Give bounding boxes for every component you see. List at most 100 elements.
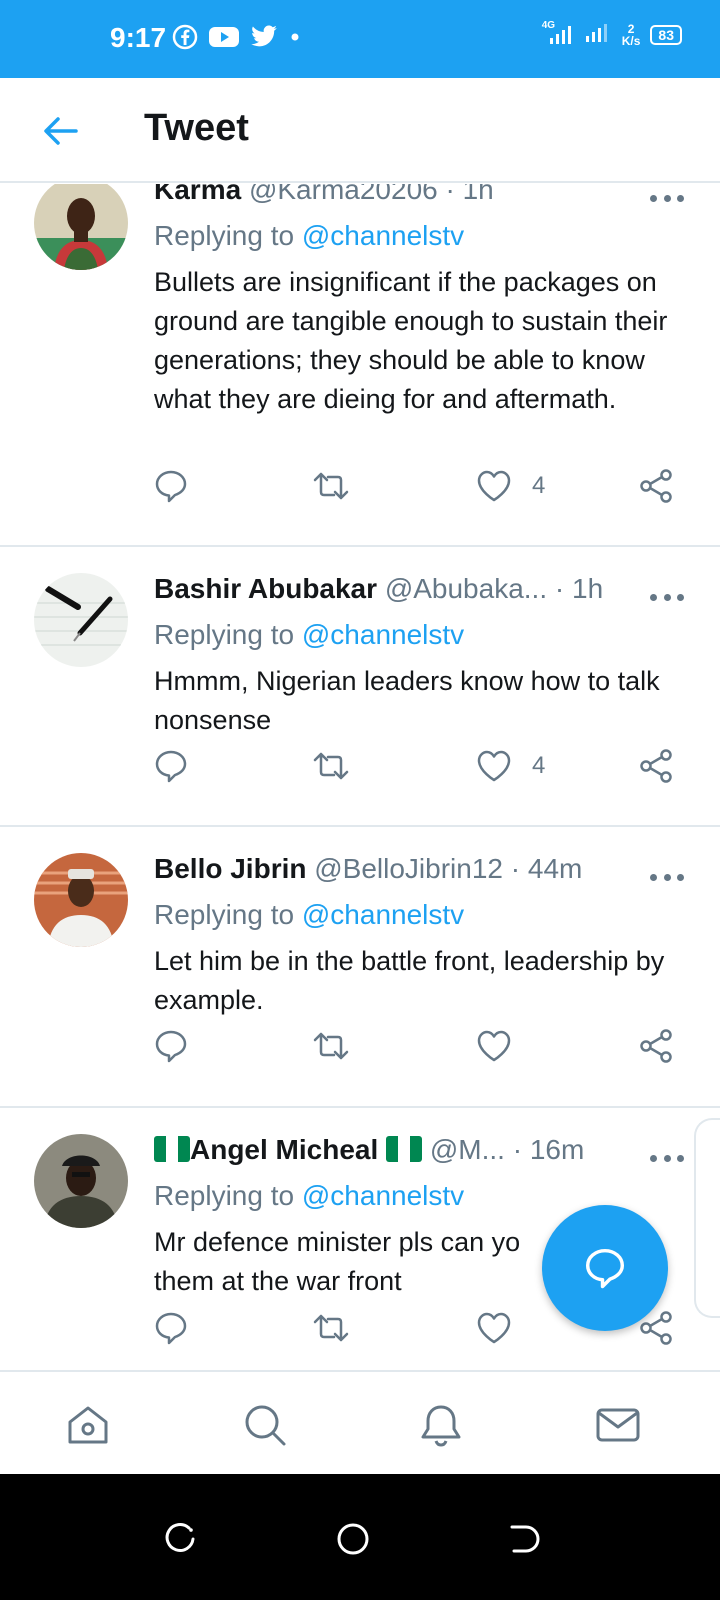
system-navigation-bar bbox=[0, 1474, 720, 1600]
tweet-actions bbox=[154, 1026, 684, 1066]
tweet-text[interactable]: Hmmm, Nigerian leaders know how to talk … bbox=[154, 662, 684, 740]
speech-bubble-icon bbox=[155, 470, 187, 503]
retweet-button[interactable] bbox=[312, 1026, 350, 1066]
retweet-button[interactable] bbox=[312, 746, 350, 786]
battery-indicator: 83 bbox=[650, 24, 682, 45]
author-name[interactable]: Bello Jibrin bbox=[154, 853, 306, 884]
share-icon bbox=[640, 469, 672, 503]
compose-reply-button[interactable] bbox=[542, 1205, 668, 1331]
back-gesture-icon bbox=[510, 1525, 540, 1553]
avatar[interactable] bbox=[34, 853, 128, 947]
author-name[interactable]: Karma bbox=[154, 184, 241, 205]
reply-button[interactable] bbox=[154, 746, 188, 786]
author-handle[interactable]: @M... bbox=[430, 1134, 505, 1165]
tweet-header: Angel Micheal @M... · 16m bbox=[154, 1134, 640, 1166]
speech-bubble-icon bbox=[155, 750, 187, 783]
separator: · bbox=[547, 573, 573, 604]
tweet-time: 1h bbox=[572, 573, 604, 604]
replying-label: Replying to bbox=[154, 220, 302, 251]
retweet-icon bbox=[313, 1032, 349, 1060]
replying-label: Replying to bbox=[154, 619, 302, 650]
separator: · bbox=[503, 853, 528, 884]
replying-to: Replying to @channelstv bbox=[154, 220, 464, 252]
back-system-button[interactable] bbox=[505, 1519, 545, 1559]
author-name[interactable]: Angel Micheal bbox=[190, 1134, 378, 1165]
more-notifications-dot-icon bbox=[288, 30, 302, 49]
tweet-text[interactable]: Bullets are insignificant if the package… bbox=[154, 263, 684, 419]
compose-reply-icon bbox=[585, 1248, 625, 1289]
tweet-header: Bashir Abubakar @Abubaka... · 1h bbox=[154, 573, 630, 605]
avatar[interactable] bbox=[34, 184, 128, 270]
speech-bubble-icon bbox=[155, 1030, 187, 1063]
share-button[interactable] bbox=[638, 746, 674, 786]
like-count: 4 bbox=[532, 472, 546, 499]
share-icon bbox=[640, 749, 672, 783]
more-options-button[interactable] bbox=[650, 587, 684, 607]
reply-tweet[interactable]: Karma @Karma20206 · 1h Replying to @chan… bbox=[0, 184, 720, 547]
reply-tweet[interactable]: Bashir Abubakar @Abubaka... · 1h Replyin… bbox=[0, 547, 720, 827]
search-icon bbox=[245, 1405, 286, 1446]
bell-icon bbox=[421, 1405, 461, 1447]
replying-to: Replying to @channelstv bbox=[154, 899, 464, 931]
author-name[interactable]: Bashir Abubakar bbox=[154, 573, 377, 604]
author-handle[interactable]: @Abubaka... bbox=[385, 573, 547, 604]
replying-to: Replying to @channelstv bbox=[154, 619, 464, 651]
reply-button[interactable] bbox=[154, 466, 188, 506]
author-handle[interactable]: @BelloJibrin12 bbox=[314, 853, 503, 884]
avatar[interactable] bbox=[34, 573, 128, 667]
like-button[interactable]: 4 bbox=[476, 746, 545, 786]
share-button[interactable] bbox=[638, 1026, 674, 1066]
like-button[interactable] bbox=[476, 1308, 512, 1348]
nigeria-flag-icon bbox=[154, 1136, 190, 1162]
status-time: 9:17 bbox=[110, 22, 167, 53]
more-dots-icon bbox=[650, 873, 657, 881]
like-button[interactable]: 4 bbox=[476, 466, 545, 506]
heart-icon bbox=[477, 1312, 511, 1344]
home-icon bbox=[68, 1406, 108, 1444]
nav-messages[interactable] bbox=[593, 1400, 643, 1450]
mention-link[interactable]: @channelstv bbox=[302, 1180, 464, 1211]
more-dots-icon bbox=[650, 593, 657, 601]
tweet-actions: 4 bbox=[154, 466, 684, 506]
tweet-time: 44m bbox=[527, 853, 583, 884]
share-button[interactable] bbox=[638, 466, 674, 506]
share-icon bbox=[640, 1029, 672, 1063]
network-type: 4G bbox=[541, 19, 556, 31]
more-options-button[interactable] bbox=[650, 188, 684, 208]
arrow-left-icon bbox=[44, 117, 78, 145]
separator: · bbox=[437, 184, 463, 205]
tweet-header: Bello Jibrin @BelloJibrin12 · 44m bbox=[154, 853, 630, 885]
heart-icon bbox=[477, 750, 511, 782]
network-speed-value: 2 bbox=[627, 21, 635, 36]
reply-button[interactable] bbox=[154, 1308, 188, 1348]
mention-link[interactable]: @channelstv bbox=[302, 619, 464, 650]
retweet-icon bbox=[313, 1314, 349, 1342]
home-system-button[interactable] bbox=[333, 1519, 373, 1559]
retweet-button[interactable] bbox=[312, 1308, 350, 1348]
mention-link[interactable]: @channelstv bbox=[302, 220, 464, 251]
nav-notifications[interactable] bbox=[416, 1400, 466, 1450]
more-dots-icon bbox=[650, 1154, 657, 1162]
avatar[interactable] bbox=[34, 1134, 128, 1228]
retweet-button[interactable] bbox=[312, 466, 350, 506]
replies-feed[interactable]: Karma @Karma20206 · 1h Replying to @chan… bbox=[0, 184, 720, 1370]
author-handle[interactable]: @Karma20206 bbox=[249, 184, 438, 205]
tweet-text[interactable]: Let him be in the battle front, leadersh… bbox=[154, 942, 684, 1020]
reply-button[interactable] bbox=[154, 1026, 188, 1066]
recent-apps-button[interactable] bbox=[160, 1519, 200, 1559]
heart-icon bbox=[477, 470, 511, 502]
nav-search[interactable] bbox=[240, 1400, 290, 1450]
retweet-icon bbox=[313, 472, 349, 500]
side-panel-handle[interactable] bbox=[694, 1118, 720, 1318]
more-options-button[interactable] bbox=[650, 1148, 684, 1168]
nav-home[interactable] bbox=[63, 1400, 113, 1450]
tweet-header: Karma @Karma20206 · 1h bbox=[154, 184, 630, 206]
mention-link[interactable]: @channelstv bbox=[302, 899, 464, 930]
notification-icons bbox=[172, 24, 302, 55]
tweet-time: 16m bbox=[529, 1134, 585, 1165]
reply-tweet[interactable]: Bello Jibrin @BelloJibrin12 · 44m Replyi… bbox=[0, 827, 720, 1108]
like-button[interactable] bbox=[476, 1026, 512, 1066]
more-options-button[interactable] bbox=[650, 867, 684, 887]
back-button[interactable] bbox=[40, 111, 80, 151]
replying-label: Replying to bbox=[154, 899, 302, 930]
